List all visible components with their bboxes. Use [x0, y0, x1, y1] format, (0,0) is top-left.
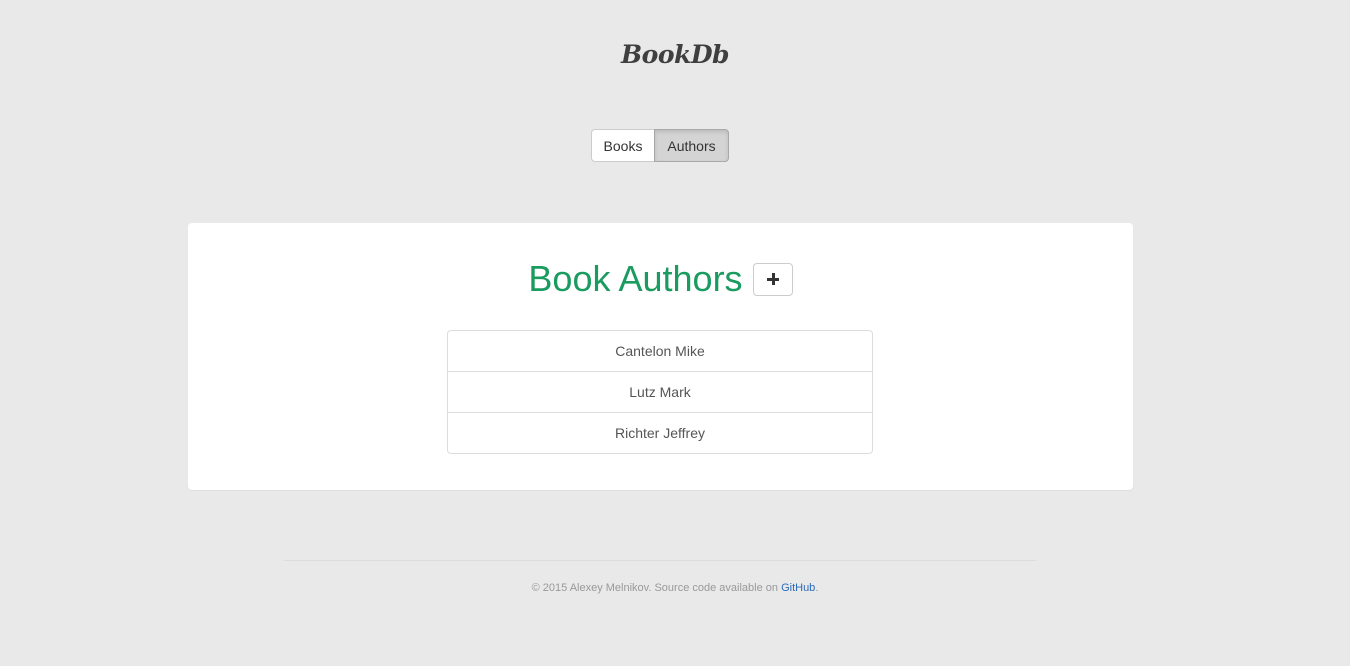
plus-icon — [766, 273, 779, 285]
footer-divider — [284, 560, 1036, 561]
authors-panel: Book Authors Cantelon Mike Lutz Mark Ric… — [188, 223, 1133, 490]
footer-text: © 2015 Alexey Melnikov. Source code avai… — [531, 582, 782, 594]
nav-authors-button[interactable]: Authors — [654, 129, 729, 162]
page-title: Book Authors — [528, 258, 743, 299]
nav-books-button[interactable]: Books — [591, 129, 655, 162]
heading-row: Book Authors — [188, 259, 1133, 299]
github-link[interactable]: GitHub — [781, 582, 815, 594]
list-item[interactable]: Richter Jeffrey — [448, 412, 872, 453]
brand-logo: BookDb — [621, 40, 729, 69]
footer: © 2015 Alexey Melnikov. Source code avai… — [0, 582, 1350, 594]
footer-period: . — [815, 582, 819, 594]
author-list: Cantelon Mike Lutz Mark Richter Jeffrey — [447, 330, 873, 454]
nav-toggle-group: Books Authors — [591, 129, 729, 162]
add-author-button[interactable] — [752, 262, 793, 296]
list-item[interactable]: Cantelon Mike — [448, 331, 872, 371]
list-item[interactable]: Lutz Mark — [448, 371, 872, 412]
